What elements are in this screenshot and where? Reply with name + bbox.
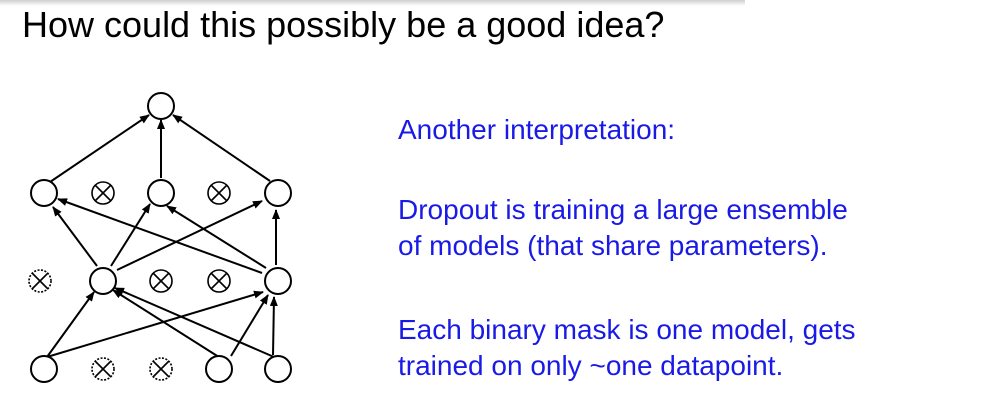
edges-input-to-hidden2 (46, 287, 278, 360)
crossed-circle-icon (149, 269, 173, 293)
input-node (30, 355, 58, 383)
dropped-units (28, 181, 231, 381)
input-node (264, 355, 292, 383)
crossed-circle-icon (207, 269, 231, 293)
hidden1-node (264, 179, 292, 207)
binary-mask-line-1: Each binary mask is one model, gets (398, 314, 856, 345)
interpretation-heading-text: Another interpretation: (398, 114, 676, 145)
edges-hidden1-to-output (49, 114, 271, 183)
binary-mask-paragraph: Each binary mask is one model, gets trai… (398, 312, 856, 384)
hidden1-node (147, 179, 175, 207)
crossed-circle-icon (28, 269, 52, 293)
hidden2-node (89, 267, 117, 295)
crossed-circle-icon (91, 181, 115, 205)
input-node (205, 355, 233, 383)
crossed-circle-icon (149, 357, 173, 381)
ensemble-paragraph: Dropout is training a large ensemble of … (398, 192, 848, 264)
interpretation-heading: Another interpretation: (398, 112, 675, 148)
edges-hidden2-to-hidden1 (52, 198, 280, 274)
output-node (147, 92, 175, 120)
ensemble-line-2: of models (that share parameters). (398, 230, 828, 261)
ensemble-line-1: Dropout is training a large ensemble (398, 194, 848, 225)
crossed-circle-icon (91, 357, 115, 381)
binary-mask-line-2: trained on only ~one datapoint. (398, 350, 784, 381)
hidden2-node (264, 267, 292, 295)
hidden1-node (30, 179, 58, 207)
crossed-circle-icon (207, 181, 231, 205)
